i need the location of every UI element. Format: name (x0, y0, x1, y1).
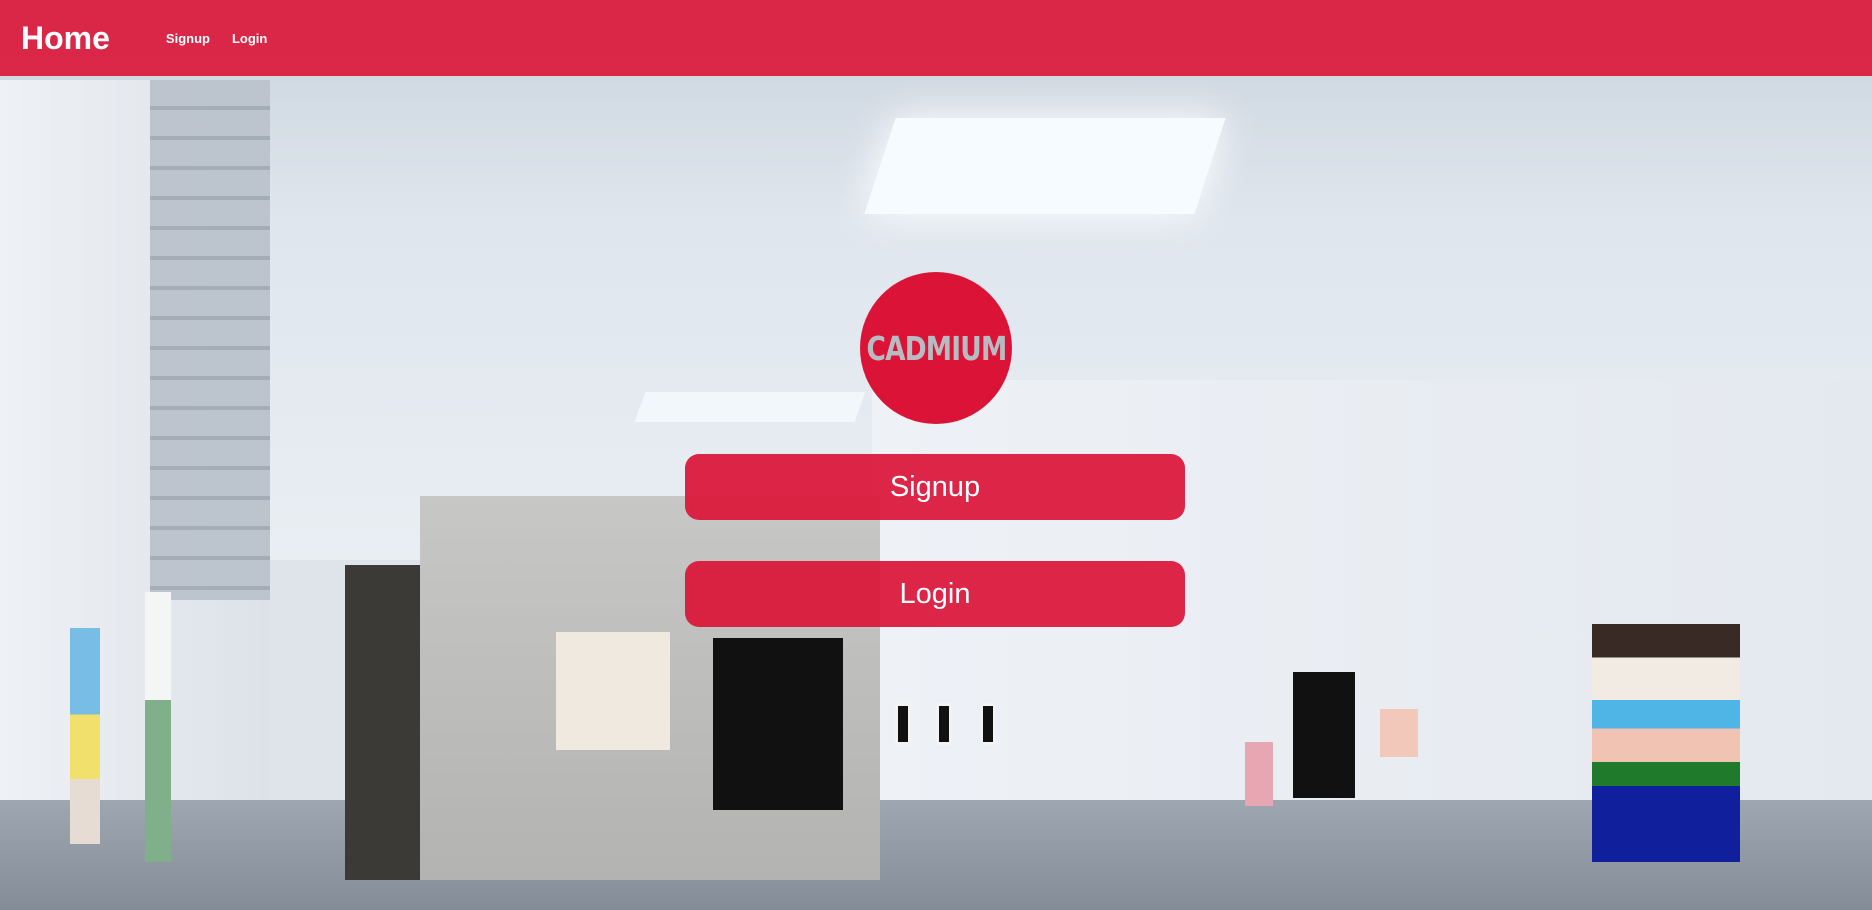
skylight (864, 118, 1226, 214)
login-button[interactable]: Login (685, 561, 1185, 627)
ceiling-duct (150, 80, 270, 600)
nav-signup-link[interactable]: Signup (166, 31, 210, 46)
artwork-dark-right (1293, 672, 1355, 798)
signup-button[interactable]: Signup (685, 454, 1185, 520)
artwork-left-wall (70, 628, 100, 844)
reception-window (556, 632, 670, 750)
skylight-far (634, 392, 866, 422)
artwork-pink (1380, 709, 1418, 757)
top-navbar: Home Signup Login (0, 0, 1872, 76)
artwork-dark-lines (713, 638, 843, 810)
artwork-pink-small (1245, 742, 1273, 806)
doorway (345, 565, 420, 880)
nav-login-link[interactable]: Login (232, 31, 267, 46)
artwork-small-frame (936, 703, 952, 745)
artwork-stripes (1592, 624, 1740, 862)
cadmium-logo: CADMIUM (860, 272, 1012, 424)
artwork-left-wall (145, 592, 171, 862)
artwork-small-frame (980, 703, 996, 745)
logo-wordmark: CADMIUM (866, 328, 1007, 368)
home-link[interactable]: Home (21, 20, 110, 57)
artwork-small-frame (895, 703, 911, 745)
